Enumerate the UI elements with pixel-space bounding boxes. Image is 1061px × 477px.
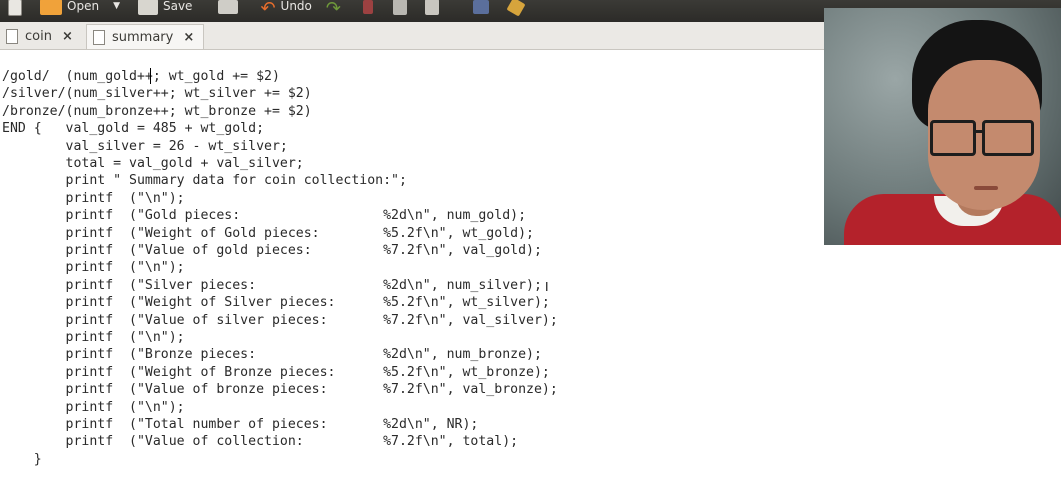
code-line: printf ("Value of silver pieces: %7.2f\n… <box>2 312 558 328</box>
print-button[interactable] <box>218 0 239 22</box>
copy-icon <box>393 0 407 15</box>
mouse-ibeam-icon: I <box>545 280 549 294</box>
tab-summary[interactable]: summary × <box>86 24 204 49</box>
paste-icon <box>425 0 439 15</box>
document-icon <box>6 28 18 44</box>
code-line: printf ("Value of bronze pieces: %7.2f\n… <box>2 382 558 398</box>
folder-icon <box>40 0 62 15</box>
find-icon <box>473 0 489 14</box>
code-line: printf ("\n"); <box>2 190 185 206</box>
save-label: Save <box>162 0 193 13</box>
code-line: END { val_gold = 485 + wt_gold; <box>2 121 265 137</box>
document-icon <box>93 29 105 45</box>
webcam-glasses-bridge <box>973 130 983 133</box>
code-line: printf ("Weight of Bronze pieces: %5.2f\… <box>2 364 550 380</box>
code-line: total = val_gold + val_silver; <box>2 156 304 171</box>
redo-icon: ↷ <box>325 0 341 19</box>
open-label: Open <box>67 0 100 13</box>
close-icon[interactable]: × <box>62 29 73 44</box>
copy-button[interactable] <box>393 0 407 22</box>
code-line: printf ("Weight of Gold pieces: %5.2f\n"… <box>2 225 534 241</box>
open-recent-dropdown-icon[interactable]: ▼ <box>113 1 120 11</box>
undo-icon: ↶ <box>260 0 276 19</box>
code-line: printf ("\n"); <box>2 399 185 415</box>
code-line: printf ("Value of collection: %7.2f\n", … <box>2 434 519 450</box>
cut-icon <box>363 0 373 14</box>
replace-icon <box>506 0 526 17</box>
cut-button[interactable] <box>363 0 373 22</box>
code-line: print " Summary data for coin collection… <box>2 173 407 189</box>
text-cursor <box>150 68 151 84</box>
code-line: /gold/ (num_gold++; wt_gold += $2) <box>2 69 280 84</box>
code-line: printf ("Total number of pieces: %2d\n",… <box>2 417 479 432</box>
code-line: printf ("\n"); <box>2 330 185 345</box>
code-line: /bronze/(num_bronze++; wt_bronze += $2) <box>2 103 312 119</box>
find-button[interactable] <box>473 0 489 22</box>
undo-label: Undo <box>280 0 312 13</box>
new-button[interactable] <box>8 0 22 22</box>
code-line: printf ("Value of gold pieces: %7.2f\n",… <box>2 243 542 258</box>
webcam-mouth <box>974 186 998 190</box>
new-document-icon <box>8 0 22 16</box>
webcam-glasses-left <box>930 120 976 156</box>
printer-icon <box>218 0 239 14</box>
code-line: printf ("Gold pieces: %2d\n", num_gold); <box>2 208 527 224</box>
replace-button[interactable] <box>506 0 526 22</box>
redo-button[interactable]: ↷ <box>326 0 341 22</box>
save-icon <box>137 0 158 15</box>
code-line: } <box>2 451 42 467</box>
code-line: printf ("Silver pieces: %2d\n", num_silv… <box>2 277 542 293</box>
webcam-glasses-right <box>982 120 1034 156</box>
paste-button[interactable] <box>425 0 439 22</box>
tab-label: summary <box>112 29 174 45</box>
save-button[interactable]: Save <box>137 0 193 22</box>
tab-label: coin <box>25 28 52 44</box>
code-line: printf ("\n"); <box>2 260 185 276</box>
code-line: /silver/(num_silver++; wt_silver += $2) <box>2 86 312 102</box>
webcam-overlay <box>824 8 1061 245</box>
code-line: printf ("Bronze pieces: %2d\n", num_bron… <box>2 347 542 363</box>
close-icon[interactable]: × <box>183 30 194 45</box>
code-line: val_silver = 26 - wt_silver; <box>2 138 288 154</box>
open-button[interactable]: Open <box>40 0 99 22</box>
tab-coin[interactable]: coin × <box>0 24 84 48</box>
undo-button[interactable]: ↶ Undo <box>260 0 311 22</box>
code-line: printf ("Weight of Silver pieces: %5.2f\… <box>2 295 550 311</box>
